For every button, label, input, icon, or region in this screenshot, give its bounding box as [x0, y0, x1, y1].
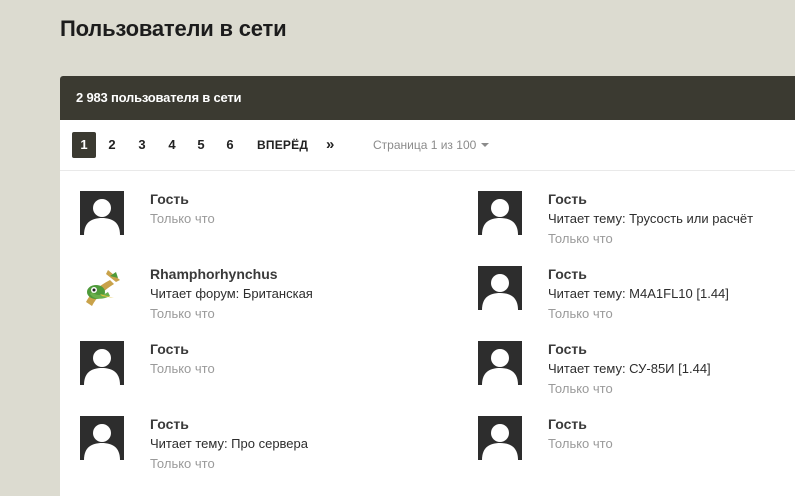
next-page-button[interactable]: ВПЕРЁД: [257, 132, 308, 158]
default-avatar-icon[interactable]: [478, 191, 522, 235]
user-last-seen: Только что: [150, 306, 215, 321]
user-activity: Читает тему: M4A1FL10 [1.44]: [548, 286, 729, 301]
user-list-item: Гость Читает тему: СУ-85И [1.44] Только чт…: [478, 341, 795, 411]
default-avatar-icon[interactable]: [80, 416, 124, 460]
page-3-button[interactable]: 3: [136, 132, 148, 158]
user-name-link[interactable]: Гость: [548, 416, 587, 432]
default-avatar-icon[interactable]: [80, 341, 124, 385]
user-activity: Читает тему: Про сервера: [150, 436, 308, 451]
online-users-panel: 2 983 пользователя в сети 1 2 3 4 5 6 ВП…: [60, 76, 795, 496]
user-list-item: Rhamphorhynchus Читает форум: Британская Т…: [80, 266, 410, 336]
page-5-button[interactable]: 5: [195, 132, 207, 158]
user-list-item: Гость Только что: [80, 341, 410, 411]
user-list-item: Гость Только что: [80, 191, 410, 261]
page-jump-dropdown[interactable]: Страница 1 из 100: [373, 132, 490, 158]
user-last-seen: Только что: [150, 361, 215, 376]
default-avatar-icon[interactable]: [478, 266, 522, 310]
pagination: 1 2 3 4 5 6 ВПЕРЁД » Страница 1 из 100: [60, 120, 795, 171]
user-avatar[interactable]: [80, 266, 124, 310]
user-name-link[interactable]: Гость: [548, 266, 587, 282]
user-activity: Читает форум: Британская: [150, 286, 313, 301]
user-last-seen: Только что: [548, 306, 613, 321]
user-list-item: Гость Только что: [478, 416, 795, 486]
page-title: Пользователи в сети: [60, 16, 287, 41]
user-list-item: Гость Читает тему: Про сервера Только что: [80, 416, 410, 486]
user-last-seen: Только что: [548, 231, 613, 246]
page-2-button[interactable]: 2: [106, 132, 118, 158]
caret-down-icon: [481, 142, 490, 147]
user-last-seen: Только что: [150, 211, 215, 226]
page-4-button[interactable]: 4: [166, 132, 178, 158]
panel-header: 2 983 пользователя в сети: [60, 76, 795, 120]
default-avatar-icon[interactable]: [478, 416, 522, 460]
page-info-label: Страница 1 из 100: [373, 138, 477, 152]
user-name-link[interactable]: Rhamphorhynchus: [150, 266, 278, 282]
user-list-item: Гость Читает тему: Трусость или расчёт Тол…: [478, 191, 795, 261]
user-last-seen: Только что: [150, 456, 215, 471]
user-name-link[interactable]: Гость: [548, 341, 587, 357]
default-avatar-icon[interactable]: [80, 191, 124, 235]
default-avatar-icon[interactable]: [478, 341, 522, 385]
page-1-button[interactable]: 1: [72, 132, 96, 158]
user-list-item: Гость Читает тему: M4A1FL10 [1.44] Только …: [478, 266, 795, 336]
last-page-button[interactable]: »: [326, 132, 334, 158]
user-name-link[interactable]: Гость: [150, 191, 189, 207]
page-6-button[interactable]: 6: [224, 132, 236, 158]
user-activity: Читает тему: Трусость или расчёт: [548, 211, 754, 226]
user-last-seen: Только что: [548, 381, 613, 396]
user-name-link[interactable]: Гость: [548, 191, 587, 207]
user-last-seen: Только что: [548, 436, 613, 451]
user-activity: Читает тему: СУ-85И [1.44]: [548, 361, 711, 376]
user-name-link[interactable]: Гость: [150, 341, 189, 357]
user-name-link[interactable]: Гость: [150, 416, 189, 432]
